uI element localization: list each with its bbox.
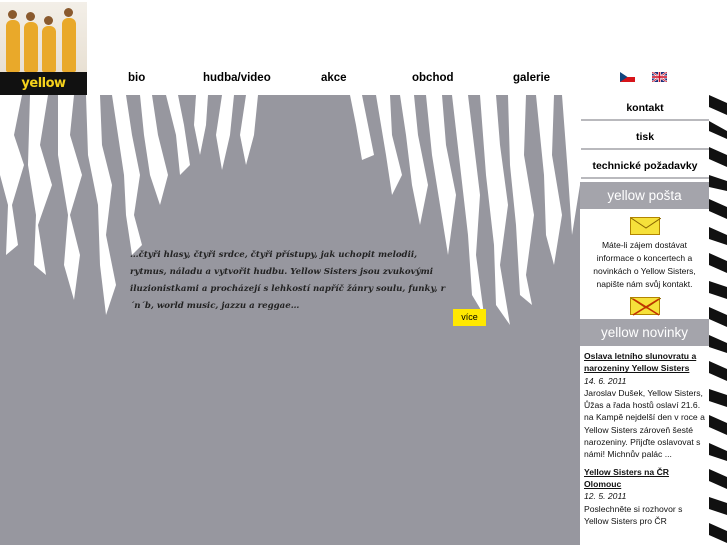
news-heading: yellow novinky [580, 319, 709, 346]
nav-obchod[interactable]: obchod [412, 72, 454, 84]
posta-box: Máte-li zájem dostávat informace o konce… [580, 209, 709, 319]
intro-text: …čtyři hlasy, čtyři srdce, čtyři přístup… [130, 250, 446, 311]
envelope-remove-icon[interactable] [629, 297, 661, 316]
zebra-strip [709, 95, 727, 545]
more-button[interactable]: více [453, 309, 486, 326]
sidebar-link-technicke-pozadavky[interactable]: technické požadavky [581, 153, 709, 179]
posta-heading: yellow pošta [580, 182, 709, 209]
nav-galerie[interactable]: galerie [513, 72, 550, 84]
sidebar-link-kontakt[interactable]: kontakt [581, 95, 709, 121]
news-item-date: 12. 5. 2011 [584, 491, 627, 502]
news-list: Oslava letního slunovratu a narozeniny Y… [580, 346, 709, 527]
right-sidebar: kontakt tisk technické požadavky yellow … [580, 95, 709, 545]
news-item-date: 14. 6. 2011 [584, 375, 627, 386]
top-navigation: bio hudba/video akce obchod galerie [87, 66, 587, 94]
posta-text: Máte-li zájem dostávat informace o konce… [593, 240, 696, 289]
news-item-title[interactable]: Yellow Sisters na ČR Olomouc [584, 466, 705, 491]
uk-flag-icon[interactable] [652, 72, 667, 82]
band-photo [0, 2, 87, 72]
logo[interactable]: yellow sisters [0, 0, 87, 95]
news-item-text: Jaroslav Dušek, Yellow Sisters, Ůžas a ř… [584, 387, 705, 460]
news-item-title[interactable]: Oslava letního slunovratu a narozeniny Y… [584, 350, 705, 375]
main-content: …čtyři hlasy, čtyři srdce, čtyři přístup… [0, 95, 580, 545]
nav-akce[interactable]: akce [321, 72, 347, 84]
cz-flag-icon[interactable] [620, 72, 635, 82]
logo-text: yellow sisters [0, 72, 87, 95]
envelope-icon[interactable] [629, 217, 661, 235]
sidebar-link-tisk[interactable]: tisk [581, 124, 709, 150]
nav-hudba-video[interactable]: hudba/video [203, 72, 271, 84]
news-item-text: Poslechněte si rozhovor s Yellow Sisters… [584, 503, 683, 526]
nav-bio[interactable]: bio [128, 72, 145, 84]
